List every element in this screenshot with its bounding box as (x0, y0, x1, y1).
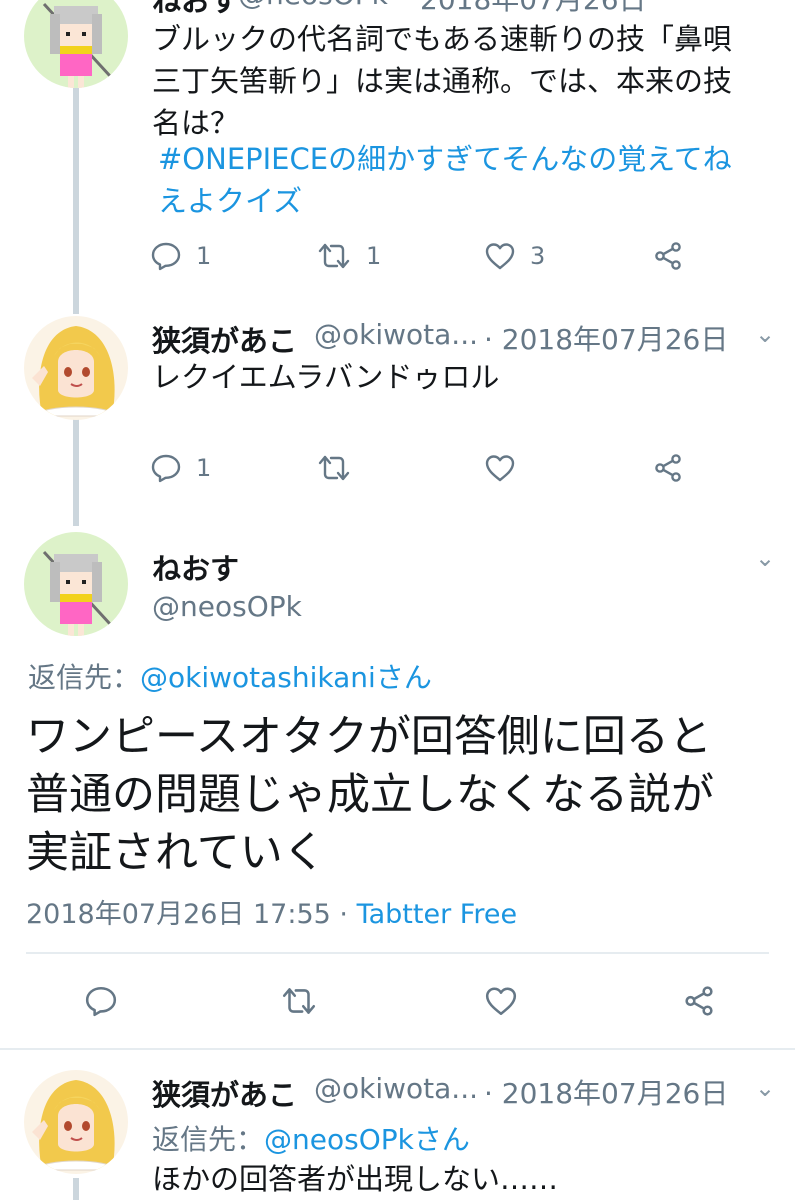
reply-to-label: 返信先： (152, 1123, 265, 1156)
share-button[interactable] (652, 452, 684, 484)
hashtag-link[interactable]: #ONEPIECEの細かすぎてそんなの覚えてね えよクイズ (158, 138, 732, 222)
reply-icon (150, 240, 182, 272)
share-button[interactable] (682, 984, 716, 1018)
chevron-down-icon[interactable]: ⌄ (755, 1074, 775, 1102)
tweet-author-handle: @okiwota... (314, 1072, 478, 1105)
tweet-text-line: ブルックの代名詞でもある速斬りの技「鼻唄 (152, 22, 733, 56)
reply-to-user-link[interactable]: @neosOPkさん (264, 1123, 470, 1156)
main-tweet-text-line: 実証されていく (26, 828, 326, 878)
chevron-down-icon[interactable]: ⌄ (755, 544, 775, 572)
retweet-button[interactable] (316, 452, 352, 484)
divider (0, 1048, 795, 1050)
tweet-timestamp: 2018年07月26日 17:55 · (26, 899, 357, 930)
divider (26, 952, 769, 954)
reply-icon (150, 452, 182, 484)
tweet-date: · 2018年07月26日 (484, 1077, 729, 1110)
reply-to-line: 返信先：@okiwotashikaniさん (28, 656, 432, 696)
heart-icon (484, 240, 516, 272)
tweet-text: レクイエムラバンドゥロル (152, 360, 500, 394)
tweet-author-name[interactable]: 狭須があこ (152, 318, 297, 360)
like-button[interactable]: 3 (484, 240, 545, 272)
like-button[interactable] (484, 452, 516, 484)
retweet-count: 1 (366, 242, 382, 270)
retweet-icon (316, 240, 352, 272)
reply-icon (84, 984, 118, 1018)
like-button[interactable] (484, 984, 518, 1018)
heart-icon (484, 452, 516, 484)
thread-line (73, 88, 79, 314)
reply-count: 1 (196, 242, 212, 270)
tweet-author-handle: @okiwota... (314, 318, 478, 351)
retweet-icon (316, 452, 352, 484)
retweet-button[interactable] (280, 984, 318, 1018)
share-icon (682, 984, 716, 1018)
reply-button[interactable]: 1 (150, 452, 211, 484)
thread-line (73, 1178, 79, 1200)
reply-to-user-link[interactable]: @okiwotashikaniさん (140, 661, 432, 694)
reply-button[interactable] (84, 984, 118, 1018)
tweet-text: ブルックの代名詞でもある速斬りの技「鼻唄 三丁矢筈斬り」は実は通称。では、本来の… (152, 18, 732, 144)
hashtag-line[interactable]: #ONEPIECEの細かすぎてそんなの覚えてね (158, 138, 732, 180)
tweet-timestamp-line: 2018年07月26日 17:55 · Tabtter Free (26, 892, 517, 931)
client-link[interactable]: Tabtter Free (357, 899, 517, 930)
avatar[interactable] (24, 532, 128, 636)
tweet-author-name[interactable]: ねおす (152, 546, 239, 588)
reply-to-label: 返信先： (28, 661, 141, 694)
avatar[interactable] (24, 0, 128, 88)
retweet-button[interactable]: 1 (316, 240, 381, 272)
avatar[interactable] (24, 1070, 128, 1174)
tweet-date: · 2018年07月26日 (484, 323, 729, 356)
share-icon (652, 452, 684, 484)
share-button[interactable] (652, 240, 684, 272)
like-count: 3 (530, 242, 546, 270)
retweet-icon (280, 984, 318, 1018)
avatar[interactable] (24, 316, 128, 420)
main-tweet-text-line: ワンピースオタクが回答側に回ると (26, 712, 712, 762)
tweet-text-line: 三丁矢筈斬り」は実は通称。では、本来の技 (152, 64, 733, 98)
heart-icon (484, 984, 518, 1018)
tweet-author-handle: @neosOPk (152, 590, 302, 623)
chevron-down-icon[interactable]: ⌄ (755, 320, 775, 348)
reply-count: 1 (196, 454, 212, 482)
tweet-text: ほかの回答者が出現しない…… (152, 1162, 559, 1196)
main-tweet-text: ワンピースオタクが回答側に回ると 普通の問題じゃ成立しなくなる説が 実証されてい… (26, 708, 714, 882)
tweet-date: 2018年07月26日 (420, 0, 647, 18)
share-icon (652, 240, 684, 272)
hashtag-line[interactable]: えよクイズ (158, 180, 732, 222)
reply-button[interactable]: 1 (150, 240, 211, 272)
tweet-author-name[interactable]: ねおす (152, 0, 239, 20)
main-tweet-text-line: 普通の問題じゃ成立しなくなる説が (26, 770, 714, 820)
tweet-author-handle: @neosOPk (238, 0, 388, 11)
tweet-author-name[interactable]: 狭須があこ (152, 1072, 297, 1114)
thread-line (73, 404, 79, 526)
reply-to-line: 返信先：@neosOPkさん (152, 1118, 470, 1158)
